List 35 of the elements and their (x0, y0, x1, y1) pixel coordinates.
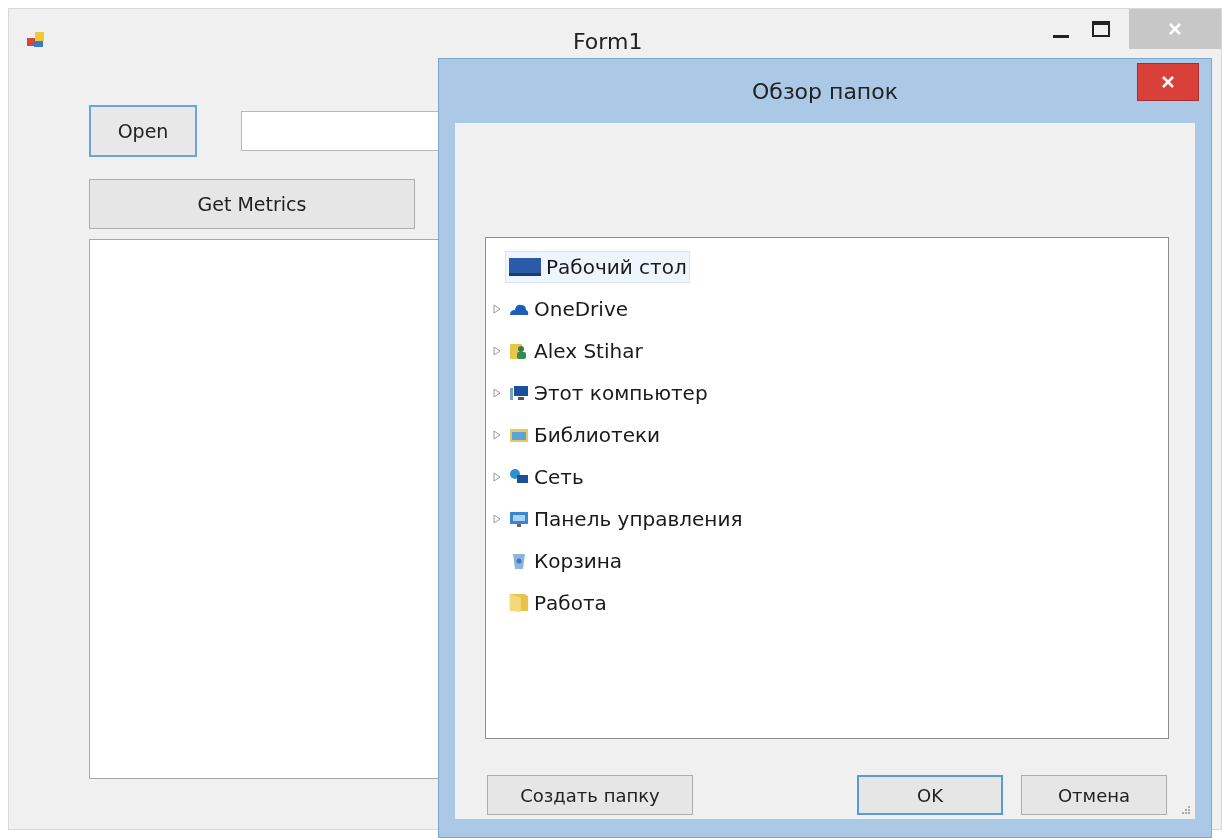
minimize-icon (1053, 34, 1069, 38)
open-button[interactable]: Open (89, 105, 197, 157)
tree-item[interactable]: Панель управления (505, 503, 746, 535)
dialog-button[interactable]: OK (857, 775, 1003, 815)
close-button[interactable] (1129, 9, 1221, 49)
tree-item[interactable]: Этот компьютер (505, 377, 711, 409)
folder-icon (508, 593, 530, 613)
expand-arrow-icon[interactable] (492, 472, 501, 482)
maximize-icon (1091, 20, 1111, 38)
dialog-button[interactable]: Создать папку (487, 775, 693, 815)
tree-item[interactable]: OneDrive (505, 293, 632, 325)
folder-tree[interactable]: Рабочий стол OneDrive Alex Stihar Этот компьютер Библиотеки Сеть Панель управления Корзина Работа (485, 237, 1169, 739)
close-icon (1167, 21, 1183, 37)
dialog-close-button[interactable] (1137, 63, 1199, 101)
window-title: Form1 (573, 28, 643, 56)
tree-item[interactable]: Сеть (505, 461, 587, 493)
desktop-icon (508, 256, 542, 278)
dialog-title: Обзор папок (752, 77, 898, 106)
dialog-button[interactable]: Отмена (1021, 775, 1167, 815)
get-metrics-button[interactable]: Get Metrics (89, 179, 415, 229)
tree-item[interactable]: Работа (505, 587, 610, 619)
expand-arrow-icon[interactable] (492, 304, 501, 314)
expand-arrow-icon[interactable] (492, 388, 501, 398)
tree-item[interactable]: Alex Stihar (505, 335, 646, 367)
computer-icon (508, 383, 530, 403)
expand-arrow-icon[interactable] (492, 346, 501, 356)
expand-arrow-icon[interactable] (492, 514, 501, 524)
app-icon (25, 30, 47, 50)
tree-item[interactable]: Рабочий стол (505, 251, 690, 283)
close-icon (1160, 74, 1176, 90)
tree-item[interactable]: Корзина (505, 545, 626, 577)
tree-item[interactable]: Библиотеки (505, 419, 664, 451)
control-panel-icon (508, 509, 530, 529)
resize-grip-icon[interactable] (1181, 805, 1191, 815)
expand-arrow-icon[interactable] (492, 430, 501, 440)
